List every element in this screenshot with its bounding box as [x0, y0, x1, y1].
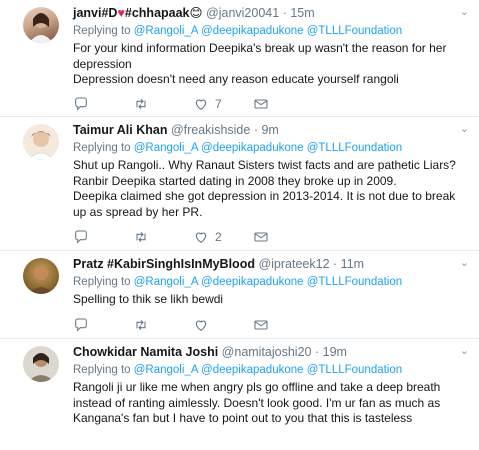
avatar[interactable]: [23, 7, 59, 43]
timestamp[interactable]: 19m: [323, 345, 347, 359]
mail-icon: [254, 99, 268, 109]
user-handle[interactable]: @namitajoshi20: [222, 345, 312, 359]
timestamp[interactable]: 15m: [290, 6, 314, 20]
chevron-down-icon[interactable]: ⌄: [460, 256, 469, 269]
heart-icon: [195, 99, 207, 110]
dm-button[interactable]: [253, 317, 269, 333]
like-button[interactable]: 2: [193, 229, 222, 245]
tweet-text-line: For your kind information Deepika's brea…: [73, 41, 447, 71]
tweet[interactable]: Chowkidar Namita Joshi @namitajoshi20 · …: [0, 339, 479, 450]
display-name[interactable]: Pratz #KabirSinghIsInMyBlood: [73, 257, 255, 271]
separator-dot: ·: [282, 6, 287, 20]
tweet-text-line: Deepika claimed she got depression in 20…: [73, 189, 456, 219]
avatar[interactable]: [23, 346, 59, 382]
tweet-text-line: Shut up Rangoli.. Why Ranaut Sisters twi…: [73, 158, 456, 172]
replying-prefix: Replying to: [73, 364, 131, 376]
chevron-down-icon[interactable]: ⌄: [460, 344, 469, 357]
user-handle[interactable]: @janvi20041: [206, 6, 279, 20]
replying-to: Replying to @Rangoli_A @deepikapadukone …: [73, 141, 471, 155]
tweet-text-line: Ranbir Deepika started dating in 2008 th…: [73, 173, 397, 188]
timestamp[interactable]: 11m: [341, 257, 364, 271]
retweet-icon: [136, 319, 146, 331]
reply-icon: [75, 97, 87, 111]
avatar[interactable]: [23, 124, 59, 160]
display-name[interactable]: Taimur Ali Khan: [73, 123, 167, 137]
retweet-button[interactable]: [133, 317, 149, 333]
mail-icon: [254, 232, 268, 242]
replying-prefix: Replying to: [73, 276, 131, 288]
chevron-down-icon[interactable]: ⌄: [460, 122, 469, 135]
tweet[interactable]: Pratz #KabirSinghIsInMyBlood @iprateek12…: [0, 251, 479, 339]
reply-button[interactable]: [73, 96, 89, 112]
tweet[interactable]: Taimur Ali Khan @freakishside · 9m ⌄ Rep…: [0, 117, 479, 251]
mention-links[interactable]: @Rangoli_A @deepikapadukone @TLLLFoundat…: [134, 276, 402, 288]
retweet-icon: [136, 231, 146, 243]
tweet-text: For your kind information Deepika's brea…: [73, 41, 471, 88]
mention-links[interactable]: @Rangoli_A @deepikapadukone @TLLLFoundat…: [134, 142, 402, 154]
like-count: 7: [215, 97, 222, 111]
reply-button[interactable]: [73, 229, 89, 245]
mail-icon: [254, 320, 268, 330]
display-name[interactable]: Chowkidar Namita Joshi: [73, 345, 218, 359]
user-handle[interactable]: @freakishside: [171, 123, 250, 137]
like-count: 2: [215, 230, 222, 244]
tweet-text-line: Rangoli ji ur like me when angry pls go …: [73, 380, 441, 425]
like-button[interactable]: 7: [193, 96, 222, 112]
separator-dot: ·: [333, 257, 338, 271]
chevron-down-icon[interactable]: ⌄: [460, 5, 469, 18]
heart-icon: [195, 232, 207, 243]
heart-emoji-icon: ♥: [117, 6, 125, 20]
retweet-button[interactable]: [133, 229, 149, 245]
replying-to: Replying to @Rangoli_A @deepikapadukone …: [73, 363, 471, 377]
replying-to: Replying to @Rangoli_A @deepikapadukone …: [73, 24, 471, 38]
mention-links[interactable]: @Rangoli_A @deepikapadukone @TLLLFoundat…: [134, 364, 402, 376]
tweet-text: Shut up Rangoli.. Why Ranaut Sisters twi…: [73, 158, 471, 220]
smile-emoji-icon: 😊: [189, 6, 203, 20]
reply-button[interactable]: [73, 317, 89, 333]
mention-links[interactable]: @Rangoli_A @deepikapadukone @TLLLFoundat…: [134, 25, 402, 37]
replying-to: Replying to @Rangoli_A @deepikapadukone …: [73, 275, 471, 289]
tweet-text-line: Depression doesn't need any reason educa…: [73, 72, 399, 86]
dm-button[interactable]: [253, 229, 269, 245]
user-handle[interactable]: @iprateek12: [258, 257, 329, 271]
like-button[interactable]: [193, 317, 209, 333]
avatar[interactable]: [23, 258, 59, 294]
tweet-text: Rangoli ji ur like me when angry pls go …: [73, 380, 471, 427]
tweet[interactable]: janvi#D♥#chhapaak😊 @janvi20041 · 15m ⌄ R…: [0, 0, 479, 117]
separator-dot: ·: [314, 345, 320, 359]
separator-dot: ·: [253, 123, 258, 137]
reply-icon: [75, 230, 87, 244]
dm-button[interactable]: [253, 96, 269, 112]
reply-icon: [75, 318, 87, 332]
replying-prefix: Replying to: [73, 142, 131, 154]
retweet-button[interactable]: [133, 96, 149, 112]
display-name[interactable]: janvi#D: [73, 6, 117, 20]
timestamp[interactable]: 9m: [261, 123, 278, 137]
display-name-suffix[interactable]: #chhapaak: [125, 6, 190, 20]
tweet-text-line: Spelling to thik se likh bewdi: [73, 292, 224, 306]
heart-icon: [195, 320, 207, 331]
tweet-text: Spelling to thik se likh bewdi: [73, 292, 471, 308]
replying-prefix: Replying to: [73, 25, 131, 37]
retweet-icon: [136, 98, 146, 110]
